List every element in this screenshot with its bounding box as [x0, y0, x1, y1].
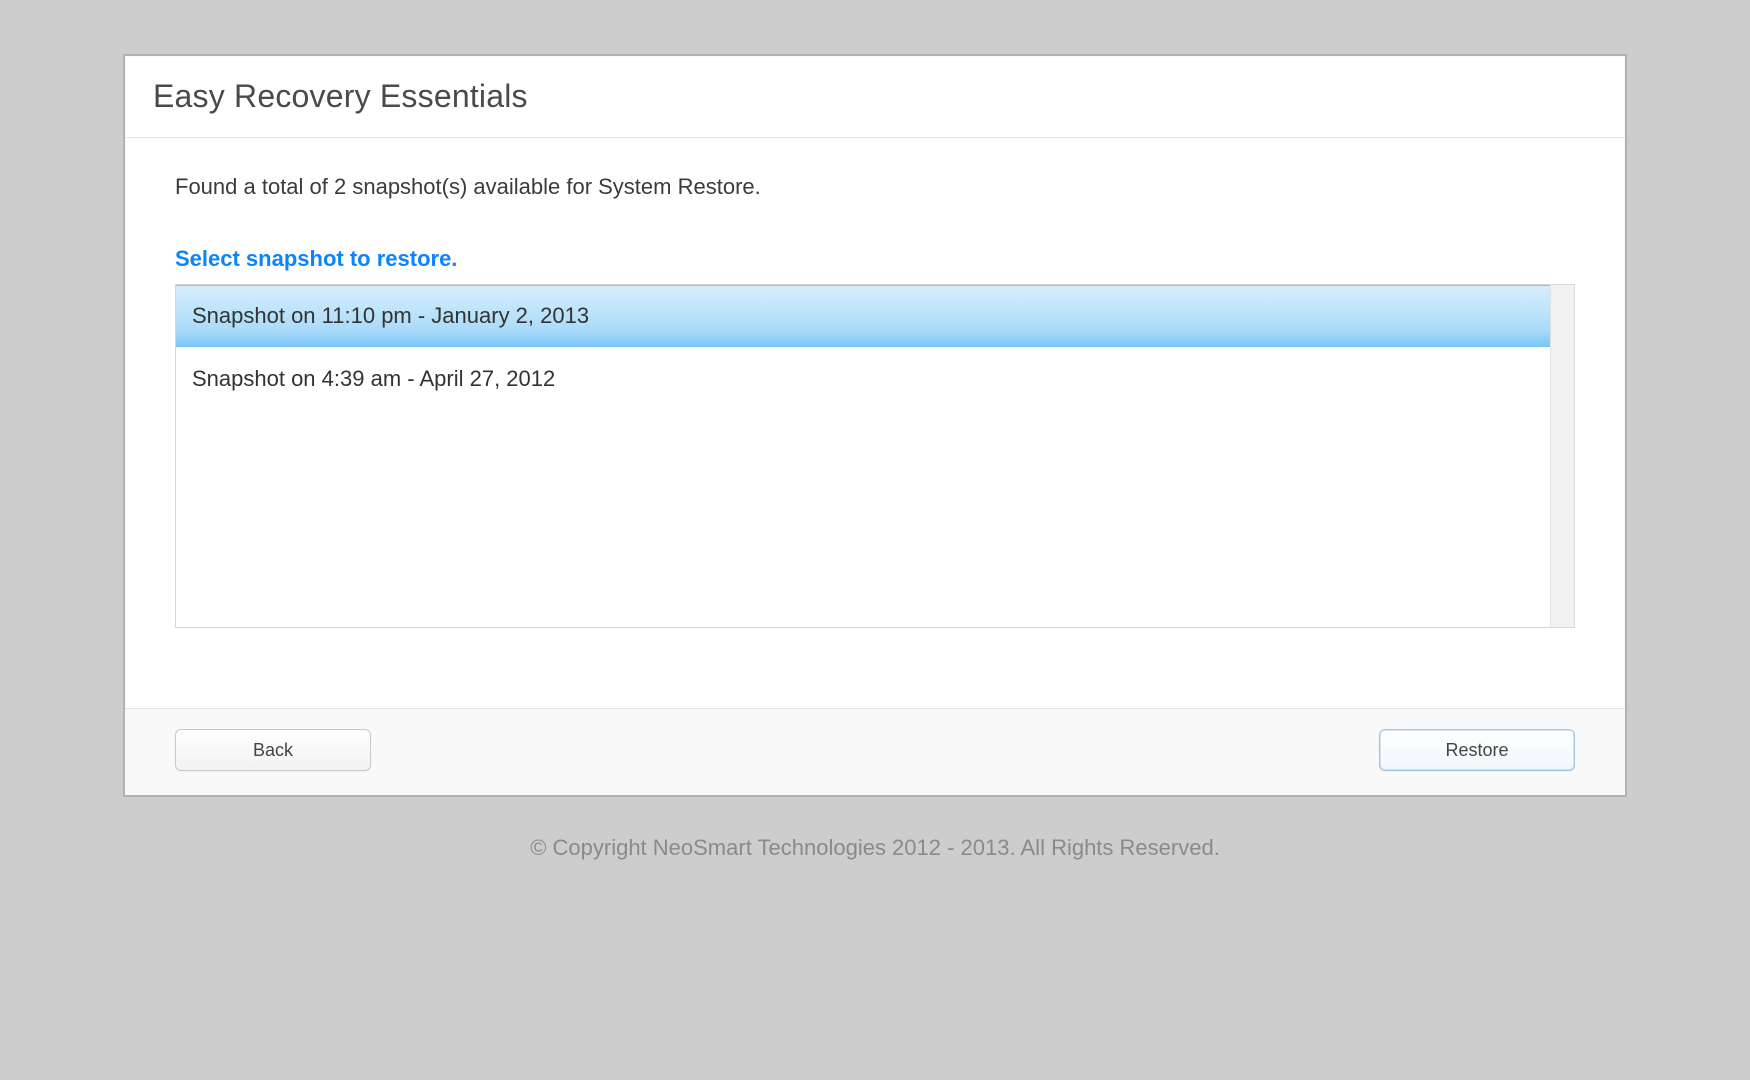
snapshot-row[interactable]: Snapshot on 11:10 pm - January 2, 2013 — [176, 285, 1550, 347]
back-button[interactable]: Back — [175, 729, 371, 771]
snapshot-list-body: Snapshot on 11:10 pm - January 2, 2013 S… — [176, 285, 1550, 627]
footer-bar: Back Restore — [125, 708, 1625, 795]
restore-button[interactable]: Restore — [1379, 729, 1575, 771]
status-text: Found a total of 2 snapshot(s) available… — [175, 174, 1575, 200]
scrollbar-track[interactable] — [1550, 285, 1574, 627]
select-snapshot-heading: Select snapshot to restore. — [175, 246, 1575, 272]
snapshot-row[interactable]: Snapshot on 4:39 am - April 27, 2012 — [176, 347, 1550, 409]
snapshot-row-label: Snapshot on 4:39 am - April 27, 2012 — [192, 366, 555, 392]
app-title: Easy Recovery Essentials — [153, 78, 1597, 115]
copyright-text: © Copyright NeoSmart Technologies 2012 -… — [0, 835, 1750, 861]
titlebar: Easy Recovery Essentials — [125, 56, 1625, 138]
app-window: Easy Recovery Essentials Found a total o… — [123, 54, 1627, 797]
content-area: Found a total of 2 snapshot(s) available… — [125, 138, 1625, 708]
snapshot-row-label: Snapshot on 11:10 pm - January 2, 2013 — [192, 303, 589, 329]
snapshot-list: Snapshot on 11:10 pm - January 2, 2013 S… — [175, 284, 1575, 628]
